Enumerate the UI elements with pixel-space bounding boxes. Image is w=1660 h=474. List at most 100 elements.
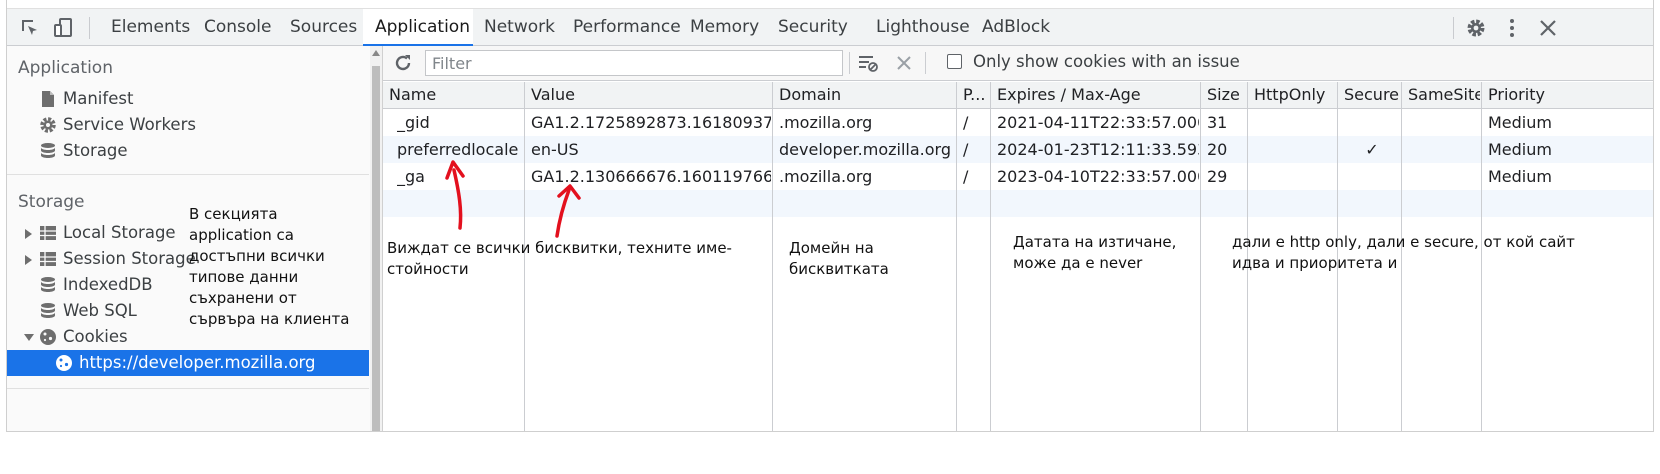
tab-lighthouse[interactable]: Lighthouse (864, 9, 982, 46)
column-divider[interactable] (1200, 82, 1201, 431)
sidebar-item-cookie-origin[interactable]: https://developer.mozilla.org (7, 350, 369, 376)
close-devtools-icon[interactable] (1537, 17, 1559, 39)
toolbar-separator (1453, 17, 1454, 39)
sidebar-item-label: Manifest (63, 89, 134, 108)
sidebar-item-manifest[interactable]: Manifest (7, 86, 369, 112)
scroll-up-arrow-icon[interactable] (372, 50, 380, 56)
cell-expires: 2023-04-10T22:33:57.000Z (997, 167, 1199, 186)
collapse-arrow-icon[interactable] (24, 334, 34, 341)
tab-memory[interactable]: Memory (678, 9, 771, 46)
table-row-empty (383, 190, 1653, 217)
database-icon (41, 277, 55, 292)
tab-adblock[interactable]: AdBlock (970, 9, 1062, 46)
sidebar-item-label: Storage (63, 141, 128, 160)
cell-secure: ✓ (1365, 140, 1379, 159)
cell-expires: 2024-01-23T12:11:33.593Z (997, 140, 1199, 159)
only-issues-label: Only show cookies with an issue (973, 52, 1240, 71)
devtools-window: Elements Console Sources Application Net… (6, 0, 1654, 432)
toolbar-separator (849, 52, 850, 74)
cell-name: _ga (397, 167, 425, 186)
cookie-icon (56, 355, 72, 371)
column-header-priority[interactable]: Priority (1488, 85, 1650, 104)
annotation-values-note: Виждат се всички бисквитки, техните име-… (387, 239, 732, 278)
database-icon (41, 303, 55, 318)
table-row[interactable]: _gid GA1.2.1725892873.1618093779 .mozilla.… (383, 109, 1653, 136)
cell-domain: .mozilla.org (779, 167, 873, 186)
column-header-value[interactable]: Value (531, 85, 771, 104)
sidebar-item-storage[interactable]: Storage (7, 138, 369, 164)
sidebar-item-label: Service Workers (63, 115, 196, 134)
tab-console[interactable]: Console (192, 9, 284, 46)
annotation-expires-note: Датата на изтичане, може да е never (1013, 233, 1177, 272)
toolbar-separator (89, 17, 90, 39)
tab-application[interactable]: Application (363, 9, 473, 46)
cell-size: 29 (1207, 167, 1228, 186)
cell-priority: Medium (1488, 167, 1552, 186)
cell-value: GA1.2.1725892873.1618093779 (531, 113, 771, 132)
cookie-icon (40, 329, 56, 345)
cell-size: 31 (1207, 113, 1228, 132)
cell-expires: 2021-04-11T22:33:57.000Z (997, 113, 1199, 132)
tab-elements[interactable]: Elements (99, 9, 202, 46)
column-header-domain[interactable]: Domain (779, 85, 955, 104)
cell-path: / (963, 113, 969, 132)
sidebar-item-service-workers[interactable]: Service Workers (7, 112, 369, 138)
scrollbar-thumb[interactable] (372, 66, 380, 431)
column-header-httponly[interactable]: HttpOnly (1254, 85, 1336, 104)
sidebar-item-label: Session Storage (63, 249, 196, 268)
annotation-domain-note: Домейн на бисквитката (789, 239, 889, 278)
tab-security[interactable]: Security (766, 9, 860, 46)
clear-filtered-cookies-icon[interactable] (857, 53, 879, 73)
cell-path: / (963, 167, 969, 186)
table-row[interactable]: preferredlocale en-US developer.mozilla.or… (383, 136, 1653, 163)
inspect-element-icon[interactable] (19, 17, 41, 39)
sidebar-scrollbar[interactable] (370, 46, 383, 431)
grid-icon (40, 252, 56, 266)
sidebar-item-label: Local Storage (63, 223, 176, 242)
annotation-flags-note: дали е http only, дали е secure, от кой … (1232, 233, 1575, 272)
column-header-path[interactable]: P... (963, 85, 989, 104)
cell-name: _gid (397, 113, 430, 132)
column-divider[interactable] (772, 82, 773, 431)
gear-icon (40, 117, 56, 133)
sidebar-heading-application: Application (18, 58, 113, 78)
column-divider[interactable] (956, 82, 957, 431)
column-header-expires[interactable]: Expires / Max-Age (997, 85, 1199, 104)
tab-performance[interactable]: Performance (561, 9, 693, 46)
column-header-name[interactable]: Name (389, 85, 523, 104)
cell-name: preferredlocale (397, 140, 519, 159)
sidebar-item-label: IndexedDB (63, 275, 153, 294)
filter-input[interactable] (425, 50, 843, 76)
sidebar-divider (7, 388, 369, 389)
cell-path: / (963, 140, 969, 159)
cell-size: 20 (1207, 140, 1228, 159)
column-header-samesite[interactable]: SameSite (1408, 85, 1480, 104)
column-divider[interactable] (990, 82, 991, 431)
cell-domain: developer.mozilla.org (779, 140, 951, 159)
tab-network[interactable]: Network (472, 9, 567, 46)
sidebar-item-label: Web SQL (63, 301, 137, 320)
devtools-tab-bar: Elements Console Sources Application Net… (7, 8, 1653, 46)
annotation-sidebar-note: В секцията application са достъпни всичк… (189, 205, 350, 328)
column-header-secure[interactable]: Secure (1344, 85, 1400, 104)
cell-value: GA1.2.130666676.1601197660 (531, 167, 771, 186)
grid-icon (40, 226, 56, 240)
sidebar-divider (7, 174, 369, 175)
cell-priority: Medium (1488, 140, 1552, 159)
settings-gear-icon[interactable] (1465, 17, 1487, 39)
expand-arrow-icon[interactable] (25, 229, 32, 239)
only-issues-checkbox[interactable] (947, 54, 962, 69)
device-toolbar-icon[interactable] (53, 17, 75, 39)
cell-domain: .mozilla.org (779, 113, 873, 132)
database-icon (41, 143, 55, 158)
table-row[interactable]: _ga GA1.2.130666676.1601197660 .mozilla.or… (383, 163, 1653, 190)
cell-value: en-US (531, 140, 579, 159)
refresh-icon[interactable] (393, 53, 413, 73)
delete-selected-icon[interactable] (895, 54, 913, 72)
cell-priority: Medium (1488, 113, 1552, 132)
tab-sources[interactable]: Sources (278, 9, 369, 46)
column-header-size[interactable]: Size (1207, 85, 1246, 104)
expand-arrow-icon[interactable] (25, 255, 32, 265)
more-options-icon[interactable] (1501, 17, 1523, 39)
file-icon (42, 91, 54, 107)
